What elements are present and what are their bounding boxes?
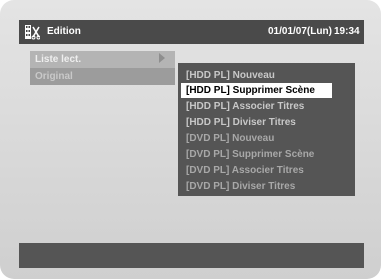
time-display: 19:34 — [334, 26, 360, 37]
header-bar: Edition 01/01/07(Lun) 19:34 — [19, 20, 364, 44]
left-menu: Liste lect. Original — [30, 51, 175, 85]
submenu-item-dvd-associer-titres: [DVD PL] Associer Titres — [186, 165, 304, 176]
submenu-item-hdd-nouveau[interactable]: [HDD PL] Nouveau — [181, 68, 332, 83]
date-display: 01/01/07(Lun) — [268, 26, 332, 37]
osd-screen: Edition 01/01/07(Lun) 19:34 Liste lect. … — [0, 0, 381, 279]
edit-film-icon — [25, 25, 40, 40]
submenu-item-hdd-diviser-titres[interactable]: [HDD PL] Diviser Titres — [181, 115, 332, 130]
menu-item-original[interactable]: Original — [35, 71, 73, 82]
page-title: Edition — [47, 26, 81, 37]
submenu-item-hdd-associer-titres[interactable]: [HDD PL] Associer Titres — [181, 99, 332, 114]
submenu-item-dvd-diviser-titres: [DVD PL] Diviser Titres — [186, 181, 296, 192]
submenu-item-dvd-supprimer-scene: [DVD PL] Supprimer Scène — [186, 149, 315, 160]
menu-item-label: Liste lect. — [35, 54, 82, 65]
submenu-item-dvd-nouveau: [DVD PL] Nouveau — [186, 133, 275, 144]
submenu-panel: [HDD PL] Nouveau [HDD PL] Supprimer Scèn… — [178, 63, 355, 196]
submenu-item-hdd-supprimer-scene[interactable]: [HDD PL] Supprimer Scène — [181, 83, 332, 98]
footer-bar — [19, 243, 364, 268]
menu-item-liste-lect[interactable]: Liste lect. — [30, 51, 175, 68]
submenu-arrow-icon — [159, 53, 165, 63]
